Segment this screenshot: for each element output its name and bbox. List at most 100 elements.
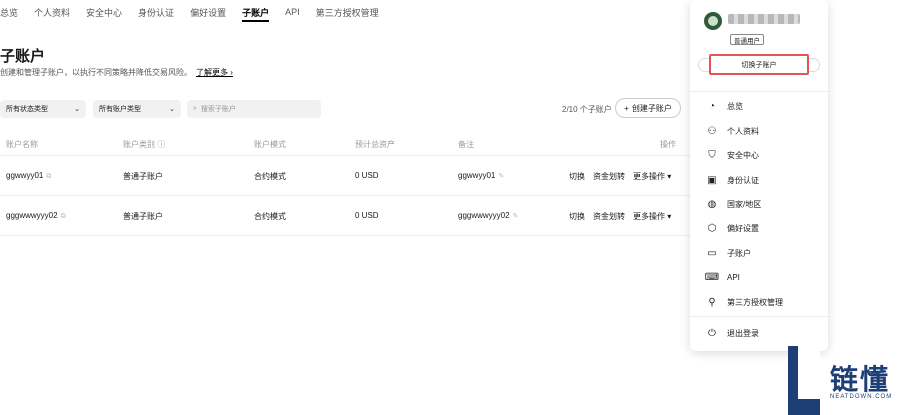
account-mode: 合约模式	[254, 172, 286, 181]
description-text: 创建和管理子账户，以执行不同策略并降低交易风险。	[0, 68, 192, 77]
menu-label: 退出登录	[727, 328, 759, 338]
folder-icon: ▭	[707, 247, 717, 259]
pie-chart-icon: ◔	[708, 100, 716, 112]
header-assets: 预计总资产	[355, 140, 395, 149]
divider	[690, 91, 828, 92]
account-name-text: gggwwwyyy02	[6, 211, 58, 220]
top-nav: 总览 个人资料 安全中心 身份认证 偏好设置 子账户 API 第三方授权管理	[0, 0, 690, 24]
switch-link[interactable]: 切换	[569, 171, 585, 182]
account-category: 普通子账户	[123, 172, 163, 181]
watermark-l-shape	[788, 346, 820, 415]
menu-label: 第三方授权管理	[727, 297, 783, 307]
menu-label: 身份认证	[727, 175, 759, 185]
row-actions: 切换 资金划转 更多操作 ▾	[569, 211, 671, 222]
tab-verification[interactable]: 身份认证	[138, 0, 174, 24]
menu-item-third-party[interactable]: ⚲ 第三方授权管理	[706, 295, 783, 309]
divider	[690, 316, 828, 317]
tab-security[interactable]: 安全中心	[86, 0, 122, 24]
account-assets: 0 USD	[355, 171, 379, 180]
header-note: 备注	[458, 140, 474, 149]
account-note-text: ggwwyy01	[458, 171, 496, 180]
table-header: 账户名称 账户类别 ⓘ 账户模式 预计总资产 备注 操作	[0, 139, 690, 151]
tab-third-party[interactable]: 第三方授权管理	[316, 0, 379, 24]
menu-item-logout[interactable]: ⏻ 退出登录	[706, 326, 759, 340]
menu-label: 国家/地区	[727, 199, 762, 209]
settings-icon: ⬡	[707, 222, 717, 234]
copy-icon[interactable]: ⧉	[46, 173, 51, 180]
menu-label: 总览	[727, 101, 743, 111]
learn-more-link[interactable]: 了解更多 ›	[196, 68, 233, 77]
person-key-icon: ⚲	[708, 296, 716, 308]
tab-api[interactable]: API	[285, 0, 300, 24]
switch-link[interactable]: 切换	[569, 211, 585, 222]
status-filter-label: 所有状态类型	[6, 106, 48, 113]
switch-subaccount-button[interactable]: 切换子账户	[709, 54, 809, 75]
menu-item-verification[interactable]: ▣ 身份认证	[706, 173, 759, 187]
search-icon: ⌕	[193, 105, 197, 112]
menu-label: 安全中心	[727, 150, 759, 160]
more-actions-link[interactable]: 更多操作 ▾	[633, 171, 671, 182]
tab-profile[interactable]: 个人资料	[34, 0, 70, 24]
edit-icon[interactable]: ✎	[498, 173, 504, 180]
account-name-text: ggwwyy01	[6, 171, 44, 180]
row-actions: 切换 资金划转 更多操作 ▾	[569, 171, 671, 182]
more-actions-link[interactable]: 更多操作 ▾	[633, 211, 671, 222]
menu-label: 偏好设置	[727, 223, 759, 233]
code-icon: ⌨	[704, 271, 720, 283]
account-category: 普通子账户	[123, 212, 163, 221]
menu-label: API	[727, 272, 740, 282]
edit-icon[interactable]: ✎	[513, 213, 519, 220]
account-type-filter[interactable]: 所有账户类型 ⌄	[93, 100, 181, 118]
watermark-logo: 链懂 NEATDOWN.COM	[788, 346, 900, 415]
search-input[interactable]: ⌕ 搜索子账户	[187, 100, 321, 118]
chevron-down-icon: ⌄	[169, 106, 175, 113]
power-icon: ⏻	[708, 327, 716, 339]
account-name: gggwwwyyy02 ⧉	[6, 211, 66, 221]
account-note-text: gggwwwyyy02	[458, 211, 510, 220]
copy-icon[interactable]: ⧉	[61, 213, 66, 220]
account-name: ggwwyy01 ⧉	[6, 171, 51, 181]
table-row: ggwwyy01 ⧉ 普通子账户 合约模式 0 USD ggwwyy01 ✎ 切换 …	[0, 156, 690, 196]
status-filter[interactable]: 所有状态类型 ⌄	[0, 100, 86, 118]
tab-overview[interactable]: 总览	[0, 0, 18, 24]
tab-preferences[interactable]: 偏好设置	[190, 0, 226, 24]
plus-icon: +	[624, 103, 629, 113]
menu-label: 子账户	[727, 248, 751, 258]
id-card-icon: ▣	[707, 174, 717, 186]
menu-item-profile[interactable]: ⚇ 个人资料	[706, 124, 759, 138]
shield-icon: ⛉	[708, 149, 716, 161]
account-assets: 0 USD	[355, 211, 379, 220]
user-level-badge: 普通用户	[730, 34, 764, 45]
user-icon: ⚇	[707, 125, 717, 137]
menu-item-region[interactable]: ◍ 国家/地区	[706, 197, 762, 211]
menu-item-preferences[interactable]: ⬡ 偏好设置	[706, 221, 759, 235]
globe-icon: ◍	[707, 198, 717, 210]
watermark-subtext: NEATDOWN.COM	[830, 394, 893, 400]
account-note: ggwwyy01 ✎	[458, 171, 504, 180]
header-mode: 账户模式	[254, 140, 286, 149]
menu-item-subaccounts[interactable]: ▭ 子账户	[706, 246, 751, 260]
avatar	[704, 12, 722, 30]
create-subaccount-label: 创建子账户	[631, 103, 672, 113]
chevron-down-icon: ⌄	[74, 106, 80, 113]
search-placeholder: 搜索子账户	[200, 106, 236, 113]
transfer-link[interactable]: 资金划转	[593, 171, 625, 182]
account-dropdown-panel: 普通用户 切换子账户 ◔ 总览 ⚇ 个人资料 ⛉ 安全中心 ▣ 身份认证 ◍ 国家/地区 …	[690, 0, 828, 351]
menu-label: 个人资料	[727, 126, 759, 136]
header-actions: 操作	[660, 140, 676, 149]
transfer-link[interactable]: 资金划转	[593, 211, 625, 222]
account-note: gggwwwyyy02 ✎	[458, 211, 518, 220]
menu-item-security[interactable]: ⛉ 安全中心	[706, 148, 759, 162]
create-subaccount-button[interactable]: + 创建子账户	[615, 98, 681, 118]
page-title: 子账户	[0, 48, 46, 65]
info-icon[interactable]: ⓘ	[157, 140, 165, 149]
tab-subaccounts[interactable]: 子账户	[242, 0, 270, 24]
username-blurred	[728, 14, 800, 24]
menu-item-overview[interactable]: ◔ 总览	[706, 99, 743, 113]
header-category: 账户类别 ⓘ	[123, 139, 165, 150]
header-name: 账户名称	[6, 140, 38, 149]
account-mode: 合约模式	[254, 212, 286, 221]
page-description: 创建和管理子账户，以执行不同策略并降低交易风险。 了解更多 ›	[0, 67, 233, 78]
header-category-label: 账户类别	[123, 140, 155, 149]
menu-item-api[interactable]: ⌨ API	[704, 270, 740, 284]
